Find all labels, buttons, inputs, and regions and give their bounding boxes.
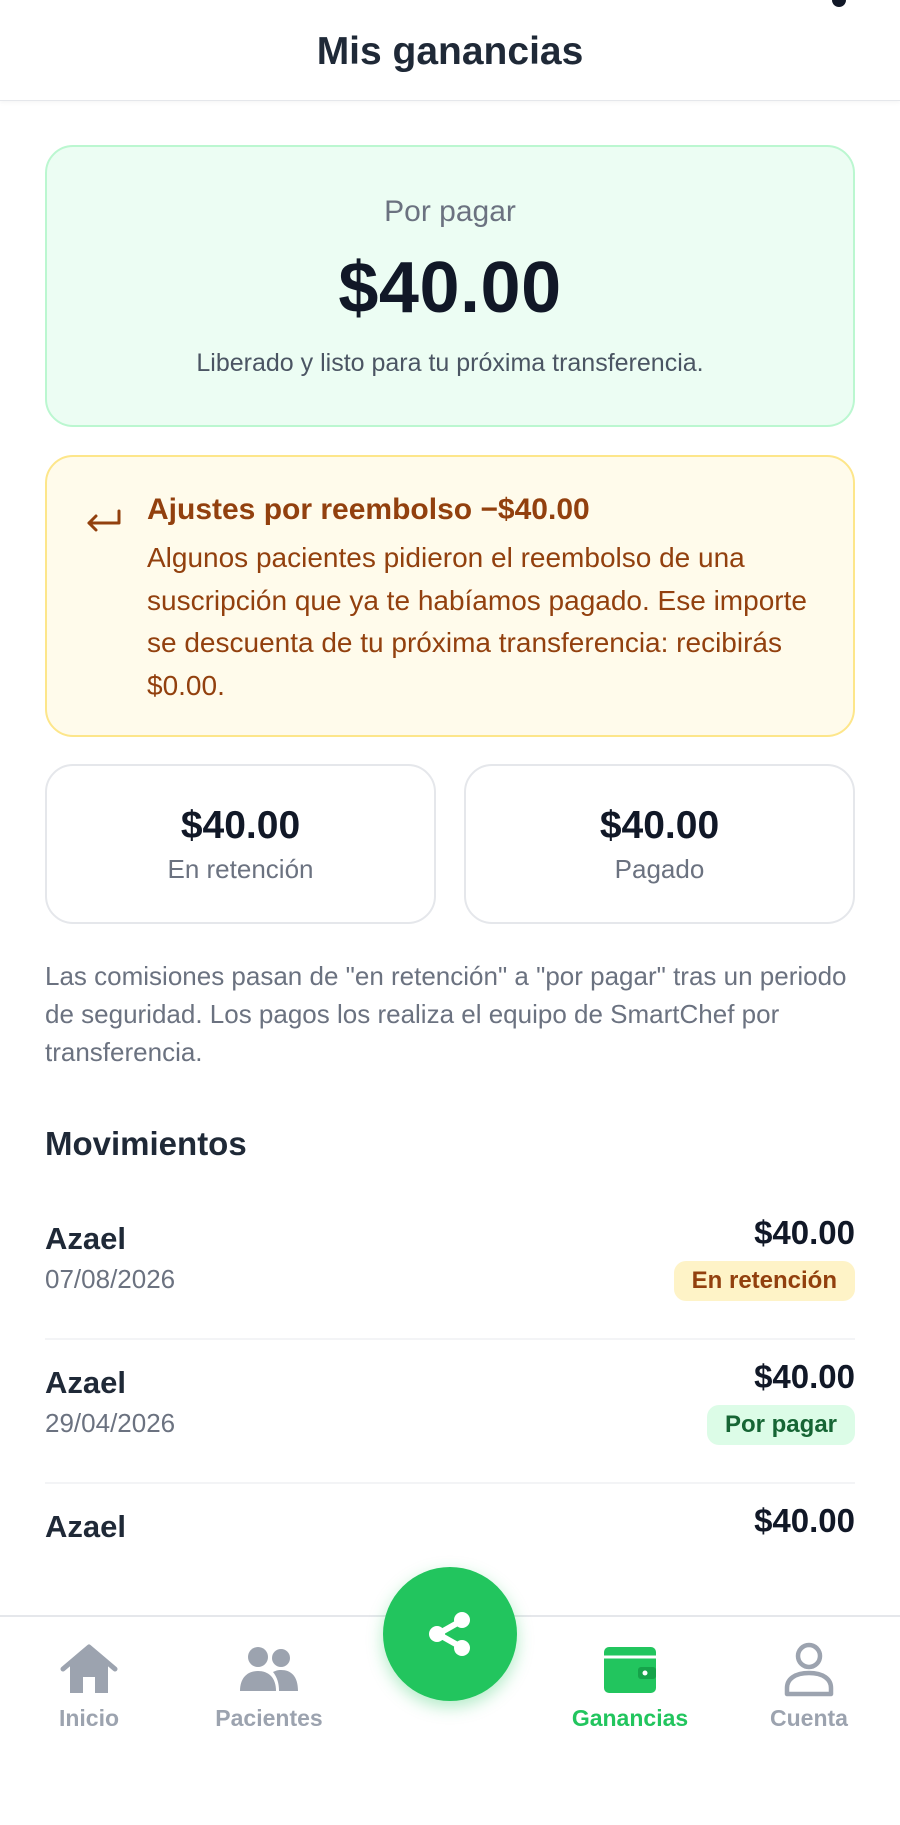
home-icon bbox=[60, 1644, 118, 1693]
nav-item-pacientes[interactable]: Pacientes bbox=[194, 1641, 344, 1732]
refund-body: Algunos pacientes pidieron el reembolso … bbox=[147, 542, 807, 701]
movement-item[interactable]: Azael 07/08/2026 $40.00 En retención bbox=[45, 1196, 855, 1340]
nav-item-ganancias[interactable]: Ganancias bbox=[555, 1641, 705, 1732]
payable-note: Liberado y listo para tu próxima transfe… bbox=[196, 349, 704, 377]
share-button[interactable] bbox=[383, 1567, 517, 1701]
status-badge-due: Por pagar bbox=[706, 1405, 855, 1445]
movements-title: Movimientos bbox=[45, 1125, 247, 1162]
status-indicator bbox=[832, 0, 846, 7]
nav-item-inicio[interactable]: Inicio bbox=[14, 1641, 164, 1732]
movement-name: Azael bbox=[45, 1509, 126, 1544]
return-arrow-icon bbox=[87, 509, 121, 532]
wallet-icon bbox=[604, 1647, 656, 1693]
stat-held-label: En retención bbox=[167, 854, 314, 884]
refund-title: Ajustes por reembolso −$40.00 bbox=[147, 493, 590, 526]
stat-held-card: $40.00 En retención bbox=[45, 764, 436, 924]
movement-amount: $40.00 bbox=[754, 1358, 855, 1395]
nav-item-cuenta[interactable]: Cuenta bbox=[734, 1641, 884, 1732]
stat-paid-card: $40.00 Pagado bbox=[464, 764, 855, 924]
payable-label: Por pagar bbox=[384, 195, 516, 228]
stat-paid-label: Pagado bbox=[614, 854, 705, 884]
movement-name: Azael bbox=[45, 1221, 126, 1256]
nav-label: Inicio bbox=[58, 1705, 120, 1731]
nav-label: Ganancias bbox=[571, 1705, 689, 1731]
status-badge-held: En retención bbox=[673, 1261, 855, 1301]
payable-summary-card: Por pagar $40.00 Liberado y listo para t… bbox=[45, 145, 855, 427]
user-icon bbox=[784, 1642, 834, 1697]
movement-name: Azael bbox=[45, 1365, 126, 1400]
commission-info-text: Las comisiones pasan de "en retención" a… bbox=[45, 961, 847, 1067]
movement-amount: $40.00 bbox=[754, 1214, 855, 1251]
app-header: Mis ganancias bbox=[0, 0, 900, 101]
refund-adjustment-notice: Ajustes por reembolso −$40.00 Algunos pa… bbox=[45, 455, 855, 737]
nav-label: Pacientes bbox=[215, 1705, 323, 1731]
share-icon bbox=[429, 1612, 470, 1656]
movement-date: 29/04/2026 bbox=[45, 1408, 176, 1438]
movement-item[interactable]: Azael 29/04/2026 $40.00 Por pagar bbox=[45, 1340, 855, 1484]
stat-paid-value: $40.00 bbox=[599, 804, 720, 847]
movement-date: 07/08/2026 bbox=[45, 1264, 176, 1294]
stat-held-value: $40.00 bbox=[180, 804, 301, 847]
movement-amount: $40.00 bbox=[754, 1502, 855, 1539]
movements-list: Azael 07/08/2026 $40.00 En retención Aza… bbox=[45, 1196, 855, 1628]
nav-label: Cuenta bbox=[770, 1705, 848, 1731]
users-icon bbox=[240, 1647, 298, 1691]
payable-amount: $40.00 bbox=[338, 248, 562, 328]
page-title: Mis ganancias bbox=[316, 30, 584, 73]
